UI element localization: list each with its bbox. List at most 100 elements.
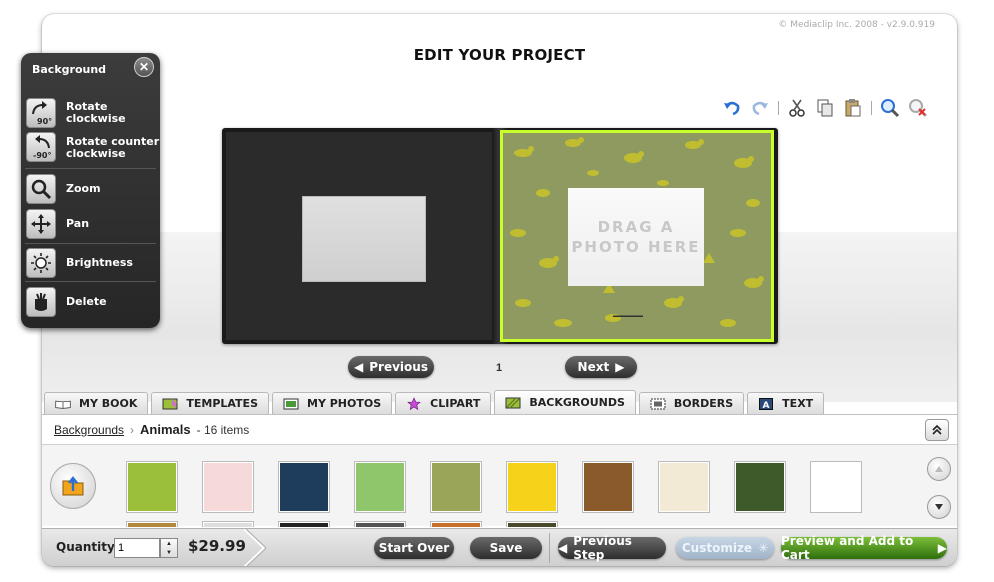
background-thumbnails xyxy=(126,461,926,527)
toolbar-divider xyxy=(871,101,872,115)
triangle-up-icon xyxy=(935,466,943,472)
tab-label: TEMPLATES xyxy=(186,397,258,410)
rotate-counter-clockwise-item[interactable]: -90° Rotate counter clockwise xyxy=(21,129,160,169)
thumbnail-swatch xyxy=(204,463,252,511)
toolbar-divider xyxy=(778,101,779,115)
background-thumbnail[interactable] xyxy=(506,521,558,527)
up-folder-button[interactable] xyxy=(50,463,96,509)
svg-text:A: A xyxy=(763,401,770,410)
left-photo-slot[interactable] xyxy=(302,196,426,282)
text-icon: A xyxy=(758,397,774,410)
scroll-up-button[interactable] xyxy=(927,457,951,481)
paste-icon[interactable] xyxy=(841,96,865,120)
save-button[interactable]: Save xyxy=(470,537,542,559)
brightness-item[interactable]: Brightness xyxy=(21,247,160,279)
pan-icon xyxy=(26,209,56,239)
close-icon[interactable]: ✕ xyxy=(134,57,154,77)
price-divider-arrow xyxy=(244,529,266,566)
thumbnail-swatch xyxy=(204,523,252,527)
tab-text[interactable]: A TEXT xyxy=(747,392,825,414)
divider xyxy=(25,243,156,244)
thumbnail-swatch xyxy=(280,523,328,527)
background-thumbnail[interactable] xyxy=(810,461,862,513)
previous-step-label: Previous Step xyxy=(573,534,632,562)
stepper-down-icon[interactable]: ▼ xyxy=(166,550,172,556)
background-thumbnail[interactable] xyxy=(354,461,406,513)
thumbnail-swatch xyxy=(508,523,556,527)
redo-icon[interactable] xyxy=(748,96,772,120)
quantity-stepper[interactable]: ▲ ▼ xyxy=(160,538,178,558)
stepper-up-icon[interactable]: ▲ xyxy=(166,541,172,547)
background-thumbnail[interactable] xyxy=(734,461,786,513)
background-thumbnail[interactable] xyxy=(582,461,634,513)
zoom-item[interactable]: Zoom xyxy=(21,173,160,205)
thumbnail-swatch xyxy=(508,463,556,511)
remove-zoom-icon[interactable] xyxy=(906,96,930,120)
undo-icon[interactable] xyxy=(720,96,744,120)
arrow-left-icon: ◀ xyxy=(354,360,364,374)
brightness-icon xyxy=(26,248,56,278)
tab-my-book[interactable]: MY BOOK xyxy=(44,392,149,414)
background-thumbnail[interactable] xyxy=(278,521,330,527)
double-chevron-up-icon xyxy=(932,424,942,435)
next-label: Next xyxy=(577,360,610,374)
divider xyxy=(549,533,550,563)
delete-icon xyxy=(26,287,56,317)
customize-button[interactable]: Customize ✳ xyxy=(676,537,774,559)
tab-my-photos[interactable]: MY PHOTOS xyxy=(272,392,393,414)
page-title: EDIT YOUR PROJECT xyxy=(413,46,586,64)
previous-step-button[interactable]: ◀ Previous Step xyxy=(558,534,666,562)
copy-icon[interactable] xyxy=(813,96,837,120)
delete-item[interactable]: Delete xyxy=(21,286,160,318)
tab-label: MY PHOTOS xyxy=(307,397,382,410)
rotate-clockwise-item[interactable]: 90° Rotate clockwise xyxy=(21,93,160,133)
breadcrumb-link-backgrounds[interactable]: Backgrounds xyxy=(54,423,124,437)
background-thumbnail[interactable] xyxy=(278,461,330,513)
thumbnail-swatch xyxy=(736,463,784,511)
scroll-down-button[interactable] xyxy=(927,495,951,519)
left-page[interactable] xyxy=(226,132,500,340)
background-thumbnail[interactable] xyxy=(202,461,254,513)
tab-label: TEXT xyxy=(782,397,814,410)
page-number: 1 xyxy=(495,362,503,374)
background-thumbnail[interactable] xyxy=(202,521,254,527)
arrow-left-icon: ◀ xyxy=(558,541,568,555)
pan-item[interactable]: Pan xyxy=(21,208,160,240)
background-tools-palette: Background ✕ 90° Rotate clockwise -90° R… xyxy=(21,53,160,328)
background-thumbnail[interactable] xyxy=(126,461,178,513)
tab-backgrounds[interactable]: BACKGROUNDS xyxy=(494,390,636,414)
quantity-field[interactable] xyxy=(114,538,160,558)
start-over-button[interactable]: Start Over xyxy=(374,537,454,559)
next-page-button[interactable]: Next ▶ xyxy=(565,356,637,378)
tab-label: BORDERS xyxy=(673,397,734,410)
drop-text-line1: DRAG A xyxy=(597,218,675,236)
divider xyxy=(25,281,156,282)
edit-toolbar xyxy=(720,96,930,120)
background-thumbnail[interactable] xyxy=(354,521,406,527)
photo-drop-zone[interactable]: DRAG A PHOTO HERE xyxy=(568,188,704,286)
tab-templates[interactable]: TEMPLATES xyxy=(151,392,269,414)
previous-page-button[interactable]: ◀ Previous xyxy=(348,356,434,378)
background-thumbnail[interactable] xyxy=(658,461,710,513)
copyright-text: © Mediaclip Inc. 2008 - v2.9.0.919 xyxy=(778,20,935,30)
tab-clipart[interactable]: CLIPART xyxy=(395,392,492,414)
divider xyxy=(25,168,156,169)
tab-label: MY BOOK xyxy=(79,397,138,410)
thumbnail-swatch xyxy=(280,463,328,511)
cut-icon[interactable] xyxy=(785,96,809,120)
background-thumbnail[interactable] xyxy=(430,461,482,513)
background-thumbnail[interactable] xyxy=(126,521,178,527)
background-thumbnail[interactable] xyxy=(430,521,482,527)
background-thumbnail[interactable] xyxy=(506,461,558,513)
thumbnail-swatch xyxy=(432,523,480,527)
right-page-selected[interactable]: DRAG A PHOTO HERE ▬▬▬▬▬▬ xyxy=(500,130,774,342)
zoom-icon[interactable] xyxy=(878,96,902,120)
rotate-clockwise-label: Rotate clockwise xyxy=(66,100,126,125)
zoom-icon xyxy=(26,174,56,204)
collapse-panel-button[interactable] xyxy=(925,419,949,441)
customize-label: Customize xyxy=(681,541,753,555)
rotate-clockwise-icon: 90° xyxy=(26,98,56,128)
thumbnail-swatch xyxy=(584,463,632,511)
preview-add-to-cart-button[interactable]: Preview and Add to Cart ▶ xyxy=(781,534,947,562)
tab-borders[interactable]: BORDERS xyxy=(638,392,745,414)
